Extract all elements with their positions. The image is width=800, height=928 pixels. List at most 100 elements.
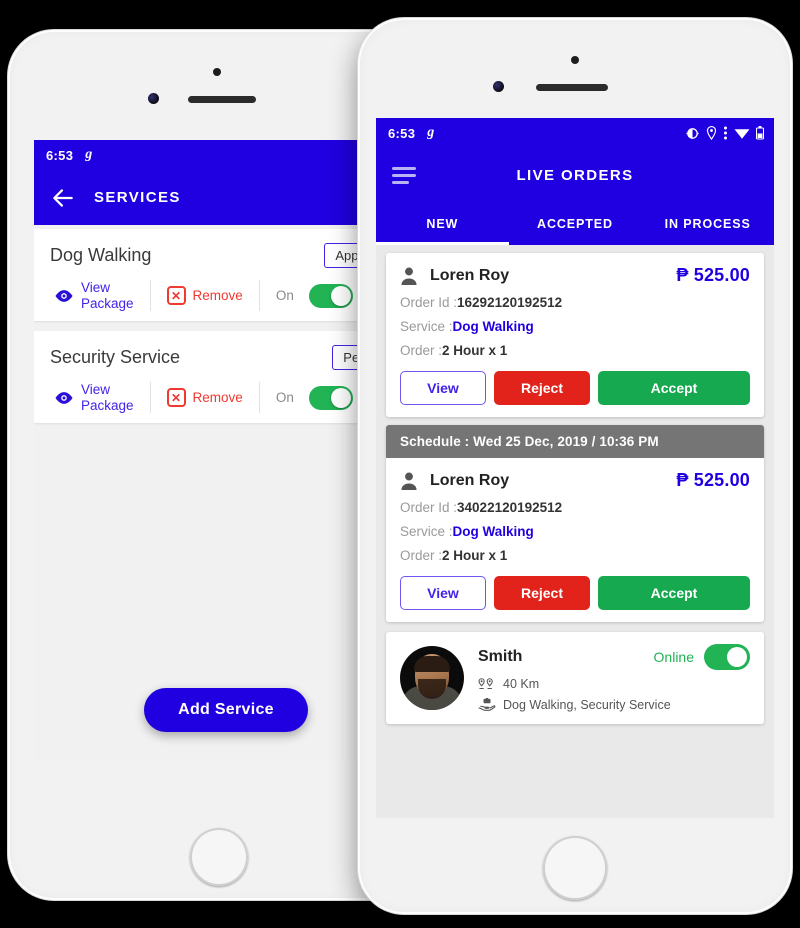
front-camera-icon bbox=[493, 81, 504, 92]
reject-button[interactable]: Reject bbox=[494, 576, 590, 610]
order-actions: View Reject Accept bbox=[400, 576, 750, 610]
order-label: Order : bbox=[400, 548, 443, 563]
service-toggle-switch[interactable] bbox=[308, 385, 353, 410]
provider-profile-card[interactable]: Smith Online 40 Km Dog Walking, Security… bbox=[386, 632, 764, 724]
order-label: Order : bbox=[400, 343, 443, 358]
order-detail-line: Order :2 Hour x 1 bbox=[400, 343, 750, 358]
customer-name: Loren Roy bbox=[430, 266, 510, 284]
brightness-icon bbox=[686, 127, 699, 139]
order-id-label: Order Id : bbox=[400, 500, 458, 515]
distance-pins-icon bbox=[478, 677, 493, 689]
front-camera-icon bbox=[148, 93, 159, 104]
order-id-line: Order Id :34022120192512 bbox=[400, 500, 750, 515]
order-id-value: 34022120192512 bbox=[457, 500, 563, 515]
earpiece-speaker bbox=[536, 84, 608, 91]
accept-button[interactable]: Accept bbox=[598, 371, 750, 405]
service-title: Dog Walking bbox=[50, 245, 152, 265]
service-card-actions: View Package ✕ Remove On bbox=[50, 382, 402, 414]
reject-button[interactable]: Reject bbox=[494, 371, 590, 405]
hamburger-line bbox=[392, 167, 416, 170]
service-card-header: Security Service Pending bbox=[50, 345, 402, 371]
tab-accepted[interactable]: ACCEPTED bbox=[509, 203, 642, 245]
service-title: Security Service bbox=[50, 347, 181, 368]
status-icons-right bbox=[685, 126, 764, 141]
person-icon bbox=[401, 472, 417, 490]
view-package-button[interactable]: View Package bbox=[50, 280, 150, 311]
page-title: SERVICES bbox=[94, 189, 181, 206]
remove-service-button[interactable]: ✕ Remove bbox=[151, 388, 259, 408]
arrow-left-icon[interactable] bbox=[50, 185, 76, 211]
tab-in-process[interactable]: IN PROCESS bbox=[641, 203, 774, 245]
tab-new[interactable]: NEW bbox=[376, 203, 509, 245]
eye-icon bbox=[55, 391, 73, 404]
toggle-state-label: On bbox=[275, 288, 294, 304]
order-detail-line: Order :2 Hour x 1 bbox=[400, 548, 750, 563]
schedule-banner: Schedule : Wed 25 Dec, 2019 / 10:36 PM bbox=[386, 425, 764, 458]
services-value: Dog Walking, Security Service bbox=[503, 698, 671, 712]
provider-name-row: Smith Online bbox=[478, 644, 750, 670]
service-toggle-group[interactable]: On bbox=[260, 283, 369, 308]
accept-button[interactable]: Accept bbox=[598, 576, 750, 610]
order-price: ₱ 525.00 bbox=[676, 470, 750, 490]
wifi-icon bbox=[734, 128, 750, 139]
page-title: LIVE ORDERS bbox=[516, 166, 634, 184]
earpiece-speaker bbox=[188, 96, 256, 103]
toggle-knob bbox=[330, 387, 351, 408]
order-id-value: 16292120192512 bbox=[457, 295, 563, 310]
toggle-knob bbox=[727, 647, 747, 667]
online-status-label: Online bbox=[653, 649, 694, 665]
service-toggle-group[interactable]: On bbox=[260, 385, 369, 410]
remove-label: Remove bbox=[192, 390, 243, 406]
service-hand-icon bbox=[478, 698, 496, 711]
distance-value: 40 Km bbox=[503, 677, 540, 691]
remove-label: Remove bbox=[192, 288, 243, 304]
view-button[interactable]: View bbox=[400, 576, 486, 610]
view-package-label: View Package bbox=[81, 382, 134, 413]
hamburger-icon[interactable] bbox=[392, 167, 416, 184]
order-service-line: Service :Dog Walking bbox=[400, 319, 750, 334]
person-icon bbox=[401, 267, 417, 285]
provider-info: Smith Online 40 Km Dog Walking, Security… bbox=[478, 644, 750, 712]
order-id-line: Order Id :16292120192512 bbox=[400, 295, 750, 310]
status-time: 6:53 bbox=[46, 147, 74, 163]
provider-distance-row: 40 Km bbox=[478, 677, 750, 691]
order-card[interactable]: Schedule : Wed 25 Dec, 2019 / 10:36 PM L… bbox=[386, 425, 764, 622]
online-toggle-switch[interactable] bbox=[704, 644, 750, 670]
close-box-icon: ✕ bbox=[166, 388, 186, 408]
phone-device-right: 6:53 g LIVE ORDERS NEW ACCEPTED IN PROCE… bbox=[358, 18, 792, 914]
hamburger-line bbox=[392, 174, 416, 177]
order-actions: View Reject Accept bbox=[400, 371, 750, 405]
service-toggle-switch[interactable] bbox=[308, 283, 353, 308]
status-time: 6:53 bbox=[388, 125, 416, 141]
view-package-label: View Package bbox=[81, 280, 134, 311]
home-button[interactable] bbox=[190, 828, 248, 886]
order-service-line: Service :Dog Walking bbox=[400, 524, 750, 539]
google-glyph-icon: g bbox=[427, 125, 435, 140]
page-title-wrap: LIVE ORDERS bbox=[376, 167, 774, 185]
order-id-label: Order Id : bbox=[400, 295, 458, 310]
orders-list: Loren Roy ₱ 525.00 Order Id :16292120192… bbox=[376, 245, 774, 818]
order-header: Loren Roy ₱ 525.00 bbox=[400, 265, 750, 286]
close-box-icon: ✕ bbox=[166, 286, 186, 306]
home-button[interactable] bbox=[543, 836, 607, 900]
eye-icon bbox=[55, 289, 73, 302]
status-bar-right: 6:53 g bbox=[376, 118, 774, 148]
google-glyph-icon: g bbox=[85, 147, 93, 162]
service-label: Service : bbox=[400, 524, 453, 539]
battery-icon bbox=[756, 126, 764, 140]
view-package-button[interactable]: View Package bbox=[50, 382, 150, 413]
order-card[interactable]: Loren Roy ₱ 525.00 Order Id :16292120192… bbox=[386, 253, 764, 417]
signal-dots-icon bbox=[724, 126, 727, 140]
service-card-header: Dog Walking Approved bbox=[50, 243, 402, 268]
screenshot-stage: 6:53 g SERVICES Dog Walking View Package… bbox=[0, 0, 800, 928]
provider-name: Smith bbox=[478, 648, 523, 665]
service-value[interactable]: Dog Walking bbox=[453, 524, 534, 539]
service-value[interactable]: Dog Walking bbox=[453, 319, 534, 334]
order-detail-value: 2 Hour x 1 bbox=[442, 548, 508, 563]
provider-services-row: Dog Walking, Security Service bbox=[478, 698, 750, 712]
remove-service-button[interactable]: ✕ Remove bbox=[151, 286, 259, 306]
add-service-button[interactable]: Add Service bbox=[144, 688, 308, 732]
order-header: Loren Roy ₱ 525.00 bbox=[400, 470, 750, 491]
order-body: Loren Roy ₱ 525.00 Order Id :16292120192… bbox=[386, 253, 764, 417]
view-button[interactable]: View bbox=[400, 371, 486, 405]
